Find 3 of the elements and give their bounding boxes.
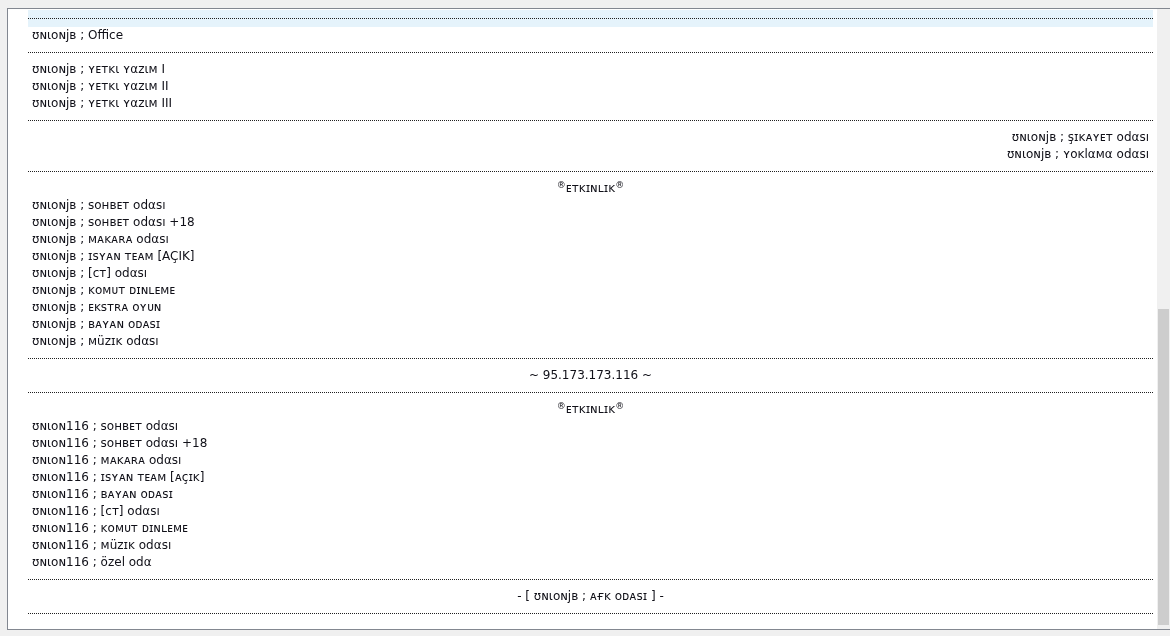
scrollbar-track[interactable] <box>1157 9 1170 629</box>
scrollbar-thumb[interactable] <box>1158 309 1169 625</box>
separator-item[interactable] <box>28 10 1153 27</box>
